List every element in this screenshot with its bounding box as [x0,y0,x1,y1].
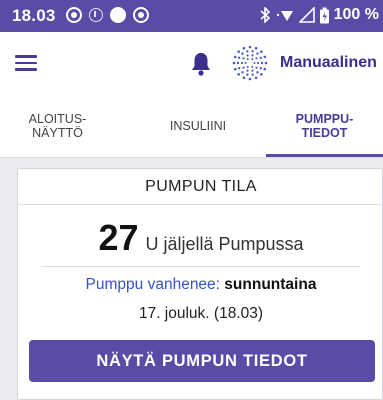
menu-icon[interactable] [15,55,37,71]
status-time: 18.03 [12,6,56,25]
card-title: PUMPUN TILA [18,169,383,205]
divider [42,266,360,267]
battery-percent: 100 % [333,6,379,23]
units-remaining: 27 U jäljellä Pumpussa [18,217,383,259]
status-bar: 18.03 100 % [0,0,383,32]
sync-icon [133,7,149,23]
signal-icon [298,7,315,23]
expire-day: sunnuntaina [224,276,317,293]
active-tab-indicator [266,154,383,157]
system-icons: 100 % [260,6,379,24]
wifi-icon [276,11,293,21]
pump-status-card: PUMPUN TILA 27 U jäljellä Pumpussa Pumpp… [17,168,383,400]
tab-insulin[interactable]: INSULIINI [140,94,256,158]
tab-bar: ALOITUS- NÄYTTÖ INSULIINI PUMPPU- TIEDOT [0,94,383,158]
record-icon [66,7,82,23]
notification-icons [66,7,149,23]
expire-date: 17. jouluk. (18.03) [138,305,264,322]
tab-home-screen[interactable]: ALOITUS- NÄYTTÖ [0,94,115,158]
show-pump-details-button[interactable]: NÄYTÄ PUMPUN TIEDOT [29,340,375,382]
tab-pump-info[interactable]: PUMPPU- TIEDOT [266,94,383,158]
circle-icon [110,7,126,23]
manual-mode-icon[interactable] [232,45,268,81]
units-value: 27 [98,217,139,258]
mode-label[interactable]: Manuaalinen [280,54,377,72]
info-icon [89,8,103,22]
app-bar: Manuaalinen [0,32,383,94]
pump-expiry: Pumppu vanhenee: sunnuntaina [18,276,383,294]
expire-label: Pumppu vanhenee: [85,276,220,293]
bluetooth-icon [260,7,270,23]
battery-icon [319,7,329,23]
units-text: U jäljellä Pumpussa [145,234,304,254]
bell-icon[interactable] [189,51,213,77]
